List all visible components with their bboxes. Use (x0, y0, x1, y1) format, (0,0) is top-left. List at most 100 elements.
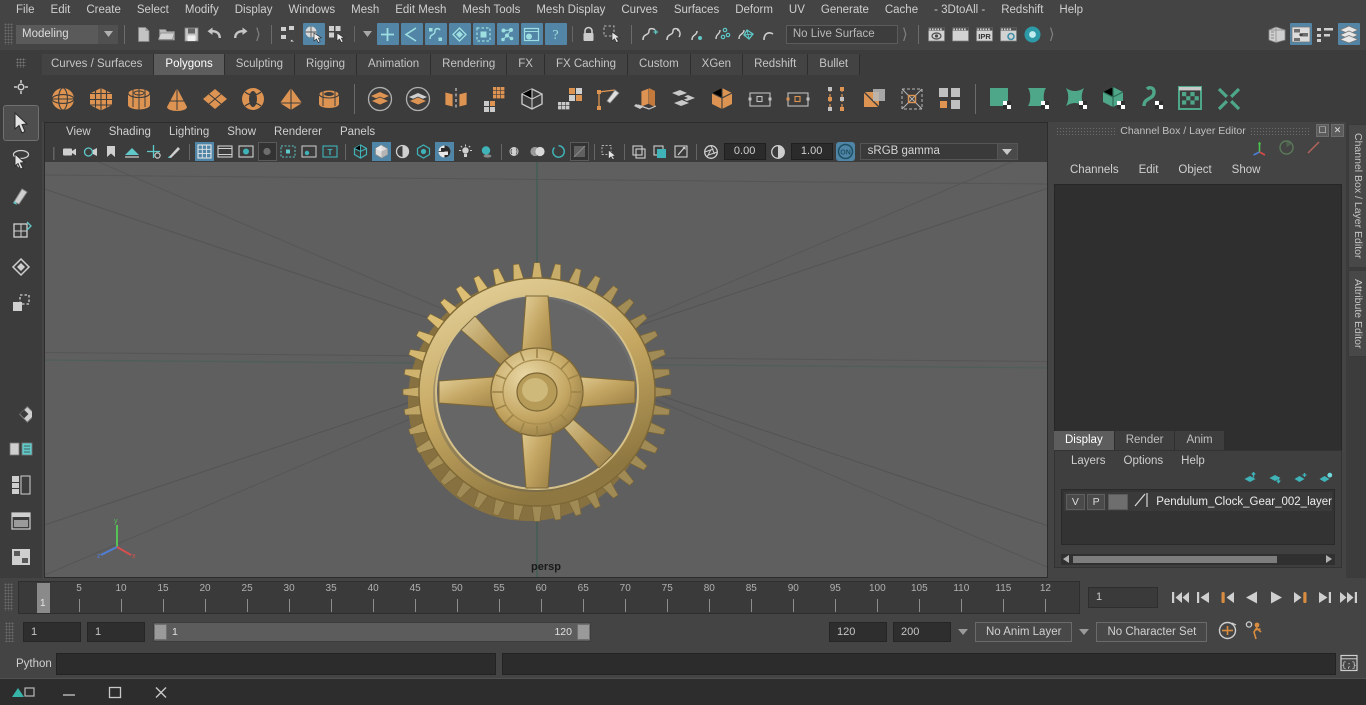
viewport-lighting-icon[interactable] (672, 142, 691, 161)
lasso-select-tool[interactable] (4, 142, 38, 176)
poly-extract-icon[interactable] (514, 81, 550, 117)
playback-start-time-field[interactable]: 1 (87, 622, 145, 642)
paint-select-tool[interactable] (4, 178, 38, 212)
layer-shading-toggle[interactable] (1108, 493, 1129, 510)
select-by-hierarchy-icon[interactable] (279, 23, 301, 45)
make-live-surface-icon[interactable] (759, 23, 781, 45)
minimize-icon[interactable] (46, 679, 92, 705)
shelf-tab-curves-surfaces[interactable]: Curves / Surfaces (40, 54, 155, 75)
new-layer-from-selected-icon[interactable] (1318, 472, 1333, 488)
poly-bevel-icon[interactable] (666, 81, 702, 117)
layers-menu[interactable]: Layers (1062, 455, 1115, 467)
poly-bridge-icon[interactable] (704, 81, 740, 117)
make-live-icon[interactable] (496, 23, 519, 45)
xray-active-components-icon[interactable] (651, 142, 670, 161)
render-sequence-icon[interactable] (950, 23, 972, 45)
snap-curves-icon[interactable] (663, 23, 685, 45)
layer-options-menu[interactable]: Options (1115, 455, 1173, 467)
shelf-tab-polygons[interactable]: Polygons (154, 54, 225, 75)
menu-set-selector[interactable]: Modeling (16, 24, 98, 44)
range-start-handle[interactable] (154, 624, 167, 640)
playback-end-time-field[interactable]: 120 (829, 622, 887, 642)
poly-mirror-icon[interactable] (438, 81, 474, 117)
poly-plane-icon[interactable] (197, 81, 233, 117)
save-scene-icon[interactable] (180, 23, 202, 45)
safe-action-icon[interactable] (300, 142, 319, 161)
isolate-select-icon[interactable] (569, 142, 589, 161)
menu-3dtoall[interactable]: - 3DtoAll - (926, 2, 993, 18)
film-origin-icon[interactable] (279, 142, 298, 161)
layer-tab-render[interactable]: Render (1114, 431, 1176, 450)
move-tool[interactable] (4, 214, 38, 248)
viewport-menu-view[interactable]: View (57, 126, 100, 138)
uv-unfold-icon[interactable] (1135, 81, 1171, 117)
snap-to-view-plane-icon[interactable] (472, 23, 495, 45)
shelf-tab-rigging[interactable]: Rigging (295, 54, 358, 75)
hypershade-icon[interactable] (1022, 23, 1044, 45)
layer-help-menu[interactable]: Help (1172, 455, 1214, 467)
scroll-left-arrow[interactable] (1063, 554, 1071, 566)
exposure-icon[interactable] (702, 142, 721, 161)
poly-pipe-icon[interactable] (311, 81, 347, 117)
layer-row[interactable]: V P Pendulum_Clock_Gear_002_layer (1064, 492, 1332, 511)
shelf-tab-fx-caching[interactable]: FX Caching (544, 54, 629, 75)
viewport-menu-shading[interactable]: Shading (100, 126, 160, 138)
snap-to-grid-icon[interactable] (376, 23, 399, 45)
gate-mask-icon[interactable] (257, 142, 277, 161)
menu-mesh[interactable]: Mesh (343, 2, 387, 18)
poly-target-weld-icon[interactable] (780, 81, 816, 117)
uv-cut-icon[interactable] (1211, 81, 1247, 117)
range-slider[interactable]: 1 120 (153, 622, 591, 642)
poly-booleans-icon[interactable] (362, 81, 398, 117)
uv-editor-icon[interactable] (1173, 81, 1209, 117)
persp-graph-layout[interactable] (4, 540, 38, 574)
poly-smooth-icon[interactable] (476, 81, 512, 117)
menu-edit[interactable]: Edit (43, 2, 79, 18)
snap-to-projected-center-icon[interactable] (448, 23, 471, 45)
magnet-snap-icon[interactable] (735, 23, 757, 45)
shelf-tab-fx[interactable]: FX (507, 54, 545, 75)
viewport-menu-renderer[interactable]: Renderer (265, 126, 331, 138)
menu-generate[interactable]: Generate (813, 2, 877, 18)
snap-to-point-icon[interactable] (424, 23, 447, 45)
new-layer-icon[interactable] (1293, 472, 1308, 488)
color-management-on-icon[interactable]: ON (835, 142, 855, 161)
xray-icon[interactable] (600, 142, 619, 161)
four-view-layout[interactable] (4, 468, 38, 502)
channel-edit-menu[interactable]: Edit (1129, 164, 1169, 176)
screen-space-ao-icon[interactable] (507, 142, 526, 161)
play-backwards-icon[interactable] (1241, 585, 1263, 609)
step-forward-keyframe-icon[interactable] (1313, 585, 1335, 609)
poly-append-icon[interactable] (742, 81, 778, 117)
persp-outliner-layout[interactable] (4, 504, 38, 538)
show-hypergraph-icon[interactable] (1290, 23, 1312, 45)
poly-multicut-icon[interactable] (818, 81, 854, 117)
range-end-handle[interactable] (577, 624, 590, 640)
film-gate-icon[interactable] (216, 142, 235, 161)
poly-extrude-icon[interactable] (628, 81, 664, 117)
uv-cylindrical-icon[interactable] (1021, 81, 1057, 117)
step-forward-frame-icon[interactable] (1289, 585, 1311, 609)
channel-object-menu[interactable]: Object (1168, 164, 1221, 176)
layer-playback-toggle[interactable]: P (1086, 493, 1106, 510)
viewport-toolbar-grip[interactable]: | (52, 144, 56, 160)
menu-cache[interactable]: Cache (877, 2, 926, 18)
vtab-attribute-editor[interactable]: Attribute Editor (1348, 269, 1366, 357)
toolbar-collapse-bracket[interactable]: ⟩ (255, 25, 261, 43)
menu-create[interactable]: Create (78, 2, 129, 18)
shelf-tab-redshift[interactable]: Redshift (743, 54, 809, 75)
menu-select[interactable]: Select (129, 2, 177, 18)
toolbar-collapse-bracket-2[interactable]: ⟩ (902, 25, 908, 43)
textured-icon[interactable] (434, 142, 454, 161)
uv-automatic-icon[interactable] (1097, 81, 1133, 117)
channel-box-shape-icon[interactable] (1278, 139, 1295, 159)
panel-grip-left[interactable] (1056, 126, 1117, 135)
menu-surfaces[interactable]: Surfaces (666, 2, 727, 18)
toolbar-collapse-bracket-3[interactable]: ⟩ (1049, 25, 1055, 43)
channel-box-output-icon[interactable] (1305, 139, 1322, 159)
bookmark-icon[interactable] (102, 142, 121, 161)
exposure-field[interactable]: 0.00 (723, 143, 766, 160)
range-slider-grip[interactable] (5, 622, 14, 642)
vtab-channel-box-layer-editor[interactable]: Channel Box / Layer Editor (1348, 124, 1366, 268)
uv-spherical-icon[interactable] (1059, 81, 1095, 117)
